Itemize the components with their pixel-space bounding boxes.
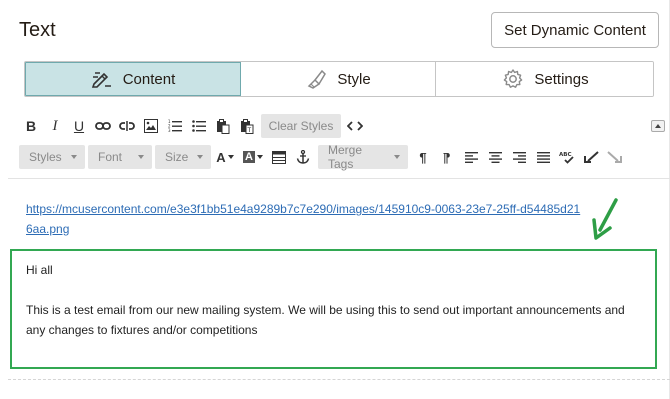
chevron-down-icon [197,155,203,159]
align-right-icon[interactable] [507,145,531,169]
merge-tags-dropdown-label: Merge Tags [328,143,363,171]
paste-text-icon[interactable]: T [235,114,259,138]
tab-style-label: Style [337,70,371,88]
chevron-down-icon [138,155,144,159]
font-dropdown[interactable]: Font [88,145,152,169]
clear-styles-button[interactable]: Clear Styles [261,114,341,138]
text-color-icon[interactable]: A [211,145,239,169]
link-icon[interactable] [91,114,115,138]
anchor-icon[interactable] [291,145,315,169]
size-dropdown-label: Size [165,150,189,164]
content-bottom-divider [8,379,670,380]
font-dropdown-label: Font [98,150,123,164]
paste-icon[interactable] [211,114,235,138]
set-dynamic-content-button[interactable]: Set Dynamic Content [491,12,659,48]
toolbar-row-2: Styles Font Size A A Merge Tags ¶ ¶ ABC [19,143,669,171]
background-color-icon[interactable]: A [239,145,267,169]
toolbar-row-1: B I U 123 T Clear Styles [19,114,669,138]
styles-dropdown-label: Styles [29,150,62,164]
edit-icon [91,70,113,88]
bold-button[interactable]: B [19,114,43,138]
chevron-down-icon [394,155,400,159]
chevron-down-icon [227,155,234,159]
editor-tabs: Content Style Settings [24,61,654,97]
tab-settings-label: Settings [534,70,589,88]
align-center-icon[interactable] [483,145,507,169]
svg-text:3: 3 [168,128,171,133]
tab-content[interactable]: Content [25,62,241,96]
body-text: This is a test email from our new mailin… [26,303,625,337]
tab-style[interactable]: Style [241,62,436,96]
greeting-text: Hi all [26,263,53,277]
underline-button[interactable]: U [67,114,91,138]
brush-icon [305,68,327,90]
gear-icon [502,68,524,90]
align-justify-icon[interactable] [531,145,555,169]
svg-text:ABC: ABC [559,152,572,158]
chevron-down-icon [256,155,263,159]
panel-title: Text [19,19,56,41]
redo-icon[interactable] [603,145,627,169]
unlink-icon[interactable] [115,114,139,138]
numbered-list-icon[interactable]: 123 [163,114,187,138]
chevron-up-icon [655,124,661,128]
toolbar-collapse-button[interactable] [651,120,665,132]
size-dropdown[interactable]: Size [155,145,211,169]
table-icon[interactable] [267,145,291,169]
italic-button[interactable]: I [43,114,67,138]
ltr-paragraph-icon[interactable]: ¶ [411,145,435,169]
annotation-arrow-icon [590,198,622,247]
undo-icon[interactable] [579,145,603,169]
merge-tags-dropdown[interactable]: Merge Tags [318,143,408,171]
bulleted-list-icon[interactable] [187,114,211,138]
spellcheck-icon[interactable]: ABC [555,145,579,169]
rtl-paragraph-icon[interactable]: ¶ [435,145,459,169]
image-icon[interactable] [139,114,163,138]
chevron-down-icon [71,155,77,159]
text-editor-area[interactable]: Hi all This is a test email from our new… [10,249,657,369]
image-url-link[interactable]: https://mcusercontent.com/e3e3f1bb51e4a9… [26,199,586,239]
svg-text:T: T [247,127,252,134]
align-left-icon[interactable] [459,145,483,169]
toolbar-divider [8,178,670,179]
tab-content-label: Content [122,70,176,88]
tab-settings[interactable]: Settings [436,62,653,96]
source-code-icon[interactable] [343,114,367,138]
styles-dropdown[interactable]: Styles [19,145,85,169]
